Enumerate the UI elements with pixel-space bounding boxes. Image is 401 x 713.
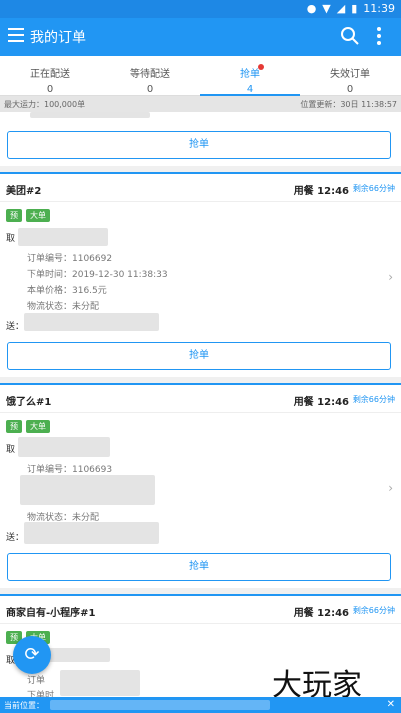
deliver-label: 送： (6, 322, 25, 332)
redacted-address (24, 522, 159, 544)
redacted-address (24, 313, 159, 331)
order-time: 下单时间：2019-12-30 11:38:33 (27, 270, 168, 280)
current-location-label: 当前位置： (4, 701, 44, 710)
redacted-address (18, 437, 110, 457)
tab-waiting[interactable]: 等待配送 0 (100, 56, 200, 96)
redacted-details (60, 670, 140, 696)
tag-large: 大单 (26, 209, 50, 222)
close-icon[interactable]: ✕ (387, 699, 395, 710)
chevron-right-icon[interactable]: › (388, 481, 393, 495)
order-card-header: 商家自有-小程序#1 用餐 12:46 剩余66分钟 (0, 596, 401, 624)
tab-count: 4 (246, 84, 254, 95)
meal-time: 用餐 12:46 (293, 397, 349, 408)
meal-time: 用餐 12:46 (293, 608, 349, 619)
capacity-text: 最大运力：100,000单 (4, 100, 86, 109)
tab-count: 0 (46, 84, 54, 95)
order-card-header: 饿了么#1 用餐 12:46 剩余66分钟 (0, 385, 401, 413)
refresh-button[interactable]: ⟳ (13, 636, 51, 674)
grab-order-button[interactable]: 抢单 (7, 342, 391, 370)
order-price: 本单价格：316.5元 (27, 286, 107, 296)
order-card: 饿了么#1 用餐 12:46 剩余66分钟 预 大单 取 订单编号：110669… (0, 383, 401, 588)
tab-label: 正在配送 (30, 69, 70, 80)
status-time: 11:39 (363, 2, 395, 15)
order-number-partial: 订单 (27, 676, 46, 686)
notification-dot (258, 64, 264, 70)
pickup-label: 取 (6, 234, 16, 244)
order-tabs: 正在配送 0 等待配送 0 抢单 4 失效订单 0 (0, 56, 401, 96)
search-icon[interactable] (340, 26, 360, 46)
redacted-details (20, 475, 155, 505)
tab-count: 0 (346, 84, 354, 95)
store-name: 美团#2 (6, 186, 42, 197)
refresh-icon: ⟳ (24, 644, 40, 665)
signal-icon: ◢ (336, 2, 346, 15)
store-name: 饿了么#1 (6, 397, 52, 408)
order-card-partial: 抢单 (0, 112, 401, 166)
menu-icon[interactable] (8, 28, 24, 42)
tab-delivering[interactable]: 正在配送 0 (0, 56, 100, 96)
tab-grab[interactable]: 抢单 4 (200, 56, 300, 96)
store-name: 商家自有-小程序#1 (6, 608, 96, 619)
order-number: 订单编号：1106693 (27, 465, 113, 475)
more-options-icon[interactable] (376, 27, 382, 45)
status-bar: ● ▼ ◢ ▮ 11:39 (0, 0, 401, 18)
current-location-bar: 当前位置： ✕ (0, 697, 401, 713)
order-card-header: 美团#2 用餐 12:46 剩余66分钟 (0, 174, 401, 202)
info-bar: 最大运力：100,000单 位置更新：30日 11:38:57 (0, 96, 401, 112)
tag-large: 大单 (26, 420, 50, 433)
remaining-time: 剩余66分钟 (352, 395, 395, 404)
remaining-time: 剩余66分钟 (352, 606, 395, 615)
wifi-icon: ▼ (322, 2, 331, 15)
order-tags: 预 大单 (6, 209, 50, 222)
tag-preorder: 预 (6, 209, 22, 222)
tab-label: 抢单 (240, 69, 260, 80)
order-tags: 预 大单 (6, 420, 50, 433)
tab-label: 等待配送 (130, 69, 170, 80)
battery-icon: ▮ (351, 2, 358, 15)
pickup-label: 取 (6, 445, 16, 455)
tab-label: 失效订单 (330, 69, 370, 80)
meal-time: 用餐 12:46 (293, 186, 349, 197)
location-updated-text: 位置更新：30日 11:38:57 (300, 100, 397, 109)
remaining-time: 剩余66分钟 (352, 184, 395, 193)
redacted-location (50, 700, 270, 710)
grab-order-button[interactable]: 抢单 (7, 553, 391, 581)
page-title: 我的订单 (30, 30, 86, 46)
chevron-right-icon[interactable]: › (388, 270, 393, 284)
order-card: 美团#2 用餐 12:46 剩余66分钟 预 大单 取 订单编号：1106692… (0, 172, 401, 377)
deliver-label: 送： (6, 533, 25, 543)
grab-order-button[interactable]: 抢单 (7, 131, 391, 159)
tag-preorder: 预 (6, 420, 22, 433)
app-bar: 我的订单 (0, 18, 401, 56)
order-number: 订单编号：1106692 (27, 254, 113, 264)
redacted-text (30, 112, 150, 118)
redacted-address (18, 228, 108, 246)
tab-count: 0 (146, 84, 154, 95)
location-icon: ● (306, 2, 317, 15)
tab-expired[interactable]: 失效订单 0 (300, 56, 400, 96)
logistics-status: 物流状态：未分配 (27, 302, 100, 312)
